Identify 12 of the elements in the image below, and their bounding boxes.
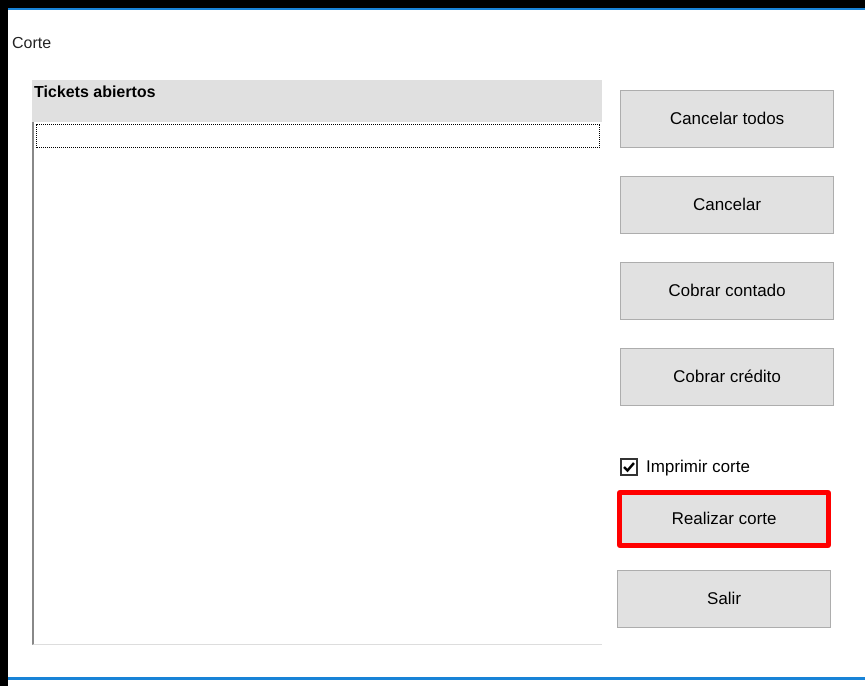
checkbox-label: Imprimir corte — [646, 456, 750, 478]
action-button[interactable]: Salir — [617, 570, 831, 628]
check-icon — [623, 461, 635, 473]
ticket-list[interactable]: Tickets abiertos — [32, 80, 602, 645]
action-button[interactable]: Realizar corte — [617, 490, 831, 548]
action-button[interactable]: Cobrar contado — [620, 262, 834, 320]
window-title: Corte — [11, 34, 52, 54]
checkbox[interactable] — [620, 458, 638, 476]
action-button[interactable]: Cobrar crédito — [620, 348, 834, 406]
list-header: Tickets abiertos — [32, 80, 602, 122]
action-button[interactable]: Cancelar — [620, 176, 834, 234]
action-button[interactable]: Cancelar todos — [620, 90, 834, 148]
